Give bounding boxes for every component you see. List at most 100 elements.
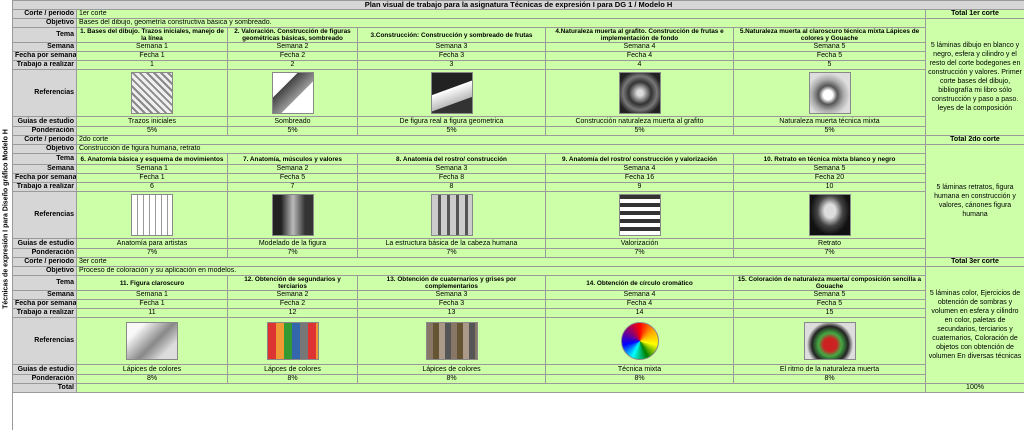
fecha-cell[interactable]: Fecha 2 [227,51,358,61]
tema-cell[interactable]: 5.Naturaleza muerta al claroscuro técnic… [733,27,926,43]
corte-value[interactable]: 2do corte [76,135,926,145]
guia-cell[interactable]: Naturaleza muerta técnica mixta [733,116,926,127]
fecha-cell[interactable]: Fecha 4 [545,299,734,309]
guia-cell[interactable]: Modelado de la figura [227,238,358,249]
reference-cell[interactable] [76,191,228,239]
guia-cell[interactable]: Trazos iniciales [76,116,228,127]
row-label-fecha[interactable]: Fecha por semanas [12,51,77,61]
row-label-referencias[interactable]: Referencias [12,69,77,117]
objetivo-value[interactable]: Construcción de figura humana, retrato [76,144,926,154]
row-label-tema[interactable]: Tema [12,27,77,43]
row-label-corte[interactable]: Corte / periodo [12,135,77,145]
row-label-semana[interactable]: Semana [12,42,77,52]
reference-cell[interactable] [227,317,358,365]
row-label-fecha[interactable]: Fecha por semanas [12,299,77,309]
tema-cell[interactable]: 9. Anatomía del rostro/ construcción y v… [545,153,734,165]
guia-cell[interactable]: Lápices de colores [76,364,228,375]
guia-cell[interactable]: Sombreado [227,116,358,127]
reference-cell[interactable] [357,317,546,365]
reference-cell[interactable] [357,69,546,117]
trabajo-cell[interactable]: 11 [76,308,228,318]
row-label-total[interactable]: Total [12,383,77,393]
fecha-cell[interactable]: Fecha 2 [227,299,358,309]
grand-total[interactable]: 100% [924,383,1024,393]
guia-cell[interactable]: Construcción naturaleza muerta al grafit… [545,116,734,127]
section-summary[interactable]: 5 láminas color, Ejercicios de obtención… [924,266,1024,384]
total-spacer[interactable] [76,383,926,393]
trabajo-cell[interactable]: 8 [357,182,546,192]
row-label-objetivo[interactable]: Objetivo [12,18,77,28]
ponderacion-cell[interactable]: 5% [227,126,358,136]
fecha-cell[interactable]: Fecha 5 [733,51,926,61]
semana-cell[interactable]: Semana 1 [76,42,228,52]
tema-cell[interactable]: 3.Construcción: Construcción y sombreado… [357,27,546,43]
trabajo-cell[interactable]: 2 [227,60,358,70]
semana-cell[interactable]: Semana 4 [545,290,734,300]
total-header[interactable]: Total 2do corte [924,135,1024,145]
reference-cell[interactable] [76,69,228,117]
fecha-cell[interactable]: Fecha 1 [76,299,228,309]
reference-cell[interactable] [227,69,358,117]
tema-cell[interactable]: 7. Anatomía, músculos y valores [227,153,358,165]
total-header[interactable]: Total 3er corte [924,257,1024,267]
fecha-cell[interactable]: Fecha 3 [357,51,546,61]
reference-cell[interactable] [76,317,228,365]
row-label-corte[interactable]: Corte / periodo [12,9,77,19]
guia-cell[interactable]: El ritmo de la naturaleza muerta [733,364,926,375]
guia-cell[interactable]: Retrato [733,238,926,249]
row-label-tema[interactable]: Tema [12,275,77,291]
semana-cell[interactable]: Semana 3 [357,164,546,174]
semana-cell[interactable]: Semana 2 [227,290,358,300]
row-label-trabajo[interactable]: Trabajo a realizar [12,182,77,192]
ponderacion-cell[interactable]: 5% [76,126,228,136]
row-label-guias[interactable]: Guias de estudio [12,238,77,249]
semana-cell[interactable]: Semana 2 [227,164,358,174]
row-label-trabajo[interactable]: Trabajo a realizar [12,60,77,70]
tema-cell[interactable]: 13. Obtención de cuaternarios y grises p… [357,275,546,291]
semana-cell[interactable]: Semana 4 [545,42,734,52]
trabajo-cell[interactable]: 14 [545,308,734,318]
tema-cell[interactable]: 15. Coloración de naturaleza muerta/ com… [733,275,926,291]
trabajo-cell[interactable]: 6 [76,182,228,192]
trabajo-cell[interactable]: 10 [733,182,926,192]
ponderacion-cell[interactable]: 7% [733,248,926,258]
guia-cell[interactable]: Técnica mixta [545,364,734,375]
trabajo-cell[interactable]: 1 [76,60,228,70]
guia-cell[interactable]: Lápces de colores [227,364,358,375]
row-label-guias[interactable]: Guias de estudio [12,364,77,375]
semana-cell[interactable]: Semana 5 [733,164,926,174]
reference-cell[interactable] [227,191,358,239]
row-label-corte[interactable]: Corte / periodo [12,257,77,267]
fecha-cell[interactable]: Fecha 4 [545,51,734,61]
row-label-trabajo[interactable]: Trabajo a realizar [12,308,77,318]
tema-cell[interactable]: 6. Anatomía básica y esquema de movimien… [76,153,228,165]
guia-cell[interactable]: De figura real a figura geometrica [357,116,546,127]
reference-cell[interactable] [545,317,734,365]
semana-cell[interactable]: Semana 3 [357,290,546,300]
row-label-objetivo[interactable]: Objetivo [12,266,77,276]
semana-cell[interactable]: Semana 1 [76,290,228,300]
total-header[interactable]: Total 1er corte [924,9,1024,19]
objetivo-value[interactable]: Bases del dibujo, geometría constructiva… [76,18,926,28]
semana-cell[interactable]: Semana 3 [357,42,546,52]
fecha-cell[interactable]: Fecha 8 [357,173,546,183]
tema-cell[interactable]: 12. Obtención de segundarios y terciario… [227,275,358,291]
semana-cell[interactable]: Semana 4 [545,164,734,174]
trabajo-cell[interactable]: 3 [357,60,546,70]
semana-cell[interactable]: Semana 1 [76,164,228,174]
ponderacion-cell[interactable]: 8% [545,374,734,384]
objetivo-value[interactable]: Proceso de coloración y su aplicación en… [76,266,926,276]
row-label-referencias[interactable]: Referencias [12,317,77,365]
semana-cell[interactable]: Semana 5 [733,42,926,52]
guia-cell[interactable]: Valorización [545,238,734,249]
fecha-cell[interactable]: Fecha 5 [227,173,358,183]
ponderacion-cell[interactable]: 8% [733,374,926,384]
ponderacion-cell[interactable]: 8% [76,374,228,384]
row-label-ponderacion[interactable]: Ponderación [12,374,77,384]
ponderacion-cell[interactable]: 7% [357,248,546,258]
reference-cell[interactable] [357,191,546,239]
row-label-ponderacion[interactable]: Ponderación [12,248,77,258]
ponderacion-cell[interactable]: 7% [545,248,734,258]
trabajo-cell[interactable]: 4 [545,60,734,70]
tema-cell[interactable]: 8. Anatomía del rostro/ construcción [357,153,546,165]
